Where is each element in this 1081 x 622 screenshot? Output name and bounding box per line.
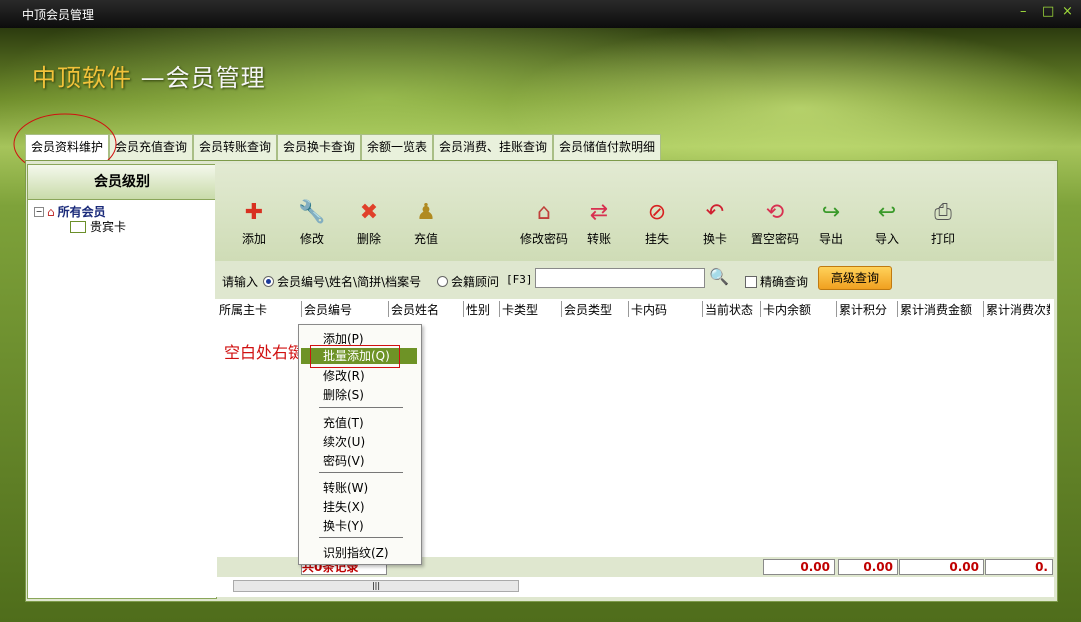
swap-card-button[interactable]: ↶ 换卡: [685, 200, 745, 247]
menu-item-renew[interactable]: 续次(U): [323, 433, 365, 450]
exact-search-checkbox[interactable]: 精确查询: [745, 273, 808, 290]
no-entry-icon: ⊘: [647, 200, 667, 225]
recharge-button[interactable]: ♟ 充值: [396, 200, 456, 247]
menu-item-delete[interactable]: 删除(S): [323, 386, 364, 403]
col-card-type[interactable]: 卡类型: [499, 301, 538, 318]
col-main-card[interactable]: 所属主卡: [217, 301, 267, 318]
delete-x-icon: ✖: [359, 200, 379, 225]
radio-checked-icon: [263, 276, 274, 287]
export-icon: ↪: [821, 200, 841, 225]
annotation-label: 空白处右键: [224, 343, 305, 362]
col-card-code[interactable]: 卡内码: [628, 301, 667, 318]
col-member-name[interactable]: 会员姓名: [388, 301, 439, 318]
import-button[interactable]: ↩ 导入: [857, 200, 917, 247]
menu-separator: [319, 537, 403, 538]
sum-points: 0.00: [838, 559, 898, 575]
printer-icon: ⎙: [934, 200, 952, 225]
collapse-icon[interactable]: −: [34, 206, 44, 217]
transfer-icon: ⇄: [589, 200, 609, 225]
edit-button[interactable]: 🔧 修改: [282, 200, 342, 247]
wrench-icon: 🔧: [298, 200, 326, 225]
menu-separator: [319, 472, 403, 473]
member-level-title: 会员级别: [28, 165, 216, 200]
add-button[interactable]: ✚ 添加: [224, 200, 284, 247]
col-member-type[interactable]: 会员类型: [561, 301, 612, 318]
menu-item-recharge[interactable]: 充值(T): [323, 414, 364, 431]
plus-icon: ✚: [244, 200, 264, 225]
delete-button[interactable]: ✖ 删除: [339, 200, 399, 247]
grid-header: 所属主卡 会员编号 会员姓名 性别 卡类型 会员类型 卡内码 当前状态 卡内余额…: [217, 299, 1054, 318]
search-bar: 请输入 会员编号\姓名\简拼\档案号 会籍顾问 [F3] 🔍 精确查询 高级查询: [215, 261, 1054, 299]
sum-total-spent: 0.00: [899, 559, 984, 575]
col-member-number[interactable]: 会员编号: [301, 301, 352, 318]
member-level-panel: 会员级别 − ⌂ 所有会员 贵宾卡: [27, 164, 217, 599]
report-loss-button[interactable]: ⊘ 挂失: [627, 200, 687, 247]
clear-password-button[interactable]: ⟲ 置空密码: [744, 200, 806, 247]
col-total-spent[interactable]: 累计消费金额: [897, 301, 972, 318]
search-prompt: 请输入: [222, 275, 259, 289]
menu-highlight-box: [310, 345, 400, 368]
radio-consultant[interactable]: 会籍顾问: [437, 273, 499, 290]
radio-unchecked-icon: [437, 276, 448, 287]
menu-item-swap-card[interactable]: 换卡(Y): [323, 517, 364, 534]
tree-item-label: 贵宾卡: [90, 220, 127, 234]
checkbox-icon: [745, 275, 757, 288]
menu-item-fingerprint[interactable]: 识别指纹(Z): [323, 544, 389, 561]
folder-icon: [70, 220, 86, 233]
col-points[interactable]: 累计积分: [836, 301, 887, 318]
home-icon: ⌂: [47, 204, 55, 219]
col-visit-count[interactable]: 累计消费次数: [983, 301, 1050, 318]
swap-arrow-icon: ↶: [705, 200, 725, 225]
menu-item-password[interactable]: 密码(V): [323, 452, 365, 469]
tree-item-vip-card[interactable]: 贵宾卡: [70, 218, 126, 235]
hotkey-hint: [F3]: [506, 273, 533, 286]
menu-item-report-loss[interactable]: 挂失(X): [323, 498, 365, 515]
search-input[interactable]: [535, 268, 705, 288]
reset-icon: ⟲: [765, 200, 785, 225]
transfer-button[interactable]: ⇄ 转账: [569, 200, 629, 247]
col-status[interactable]: 当前状态: [702, 301, 753, 318]
house-key-icon: ⌂: [537, 200, 551, 225]
magnifier-icon[interactable]: 🔍: [709, 267, 729, 286]
import-icon: ↩: [877, 200, 897, 225]
col-gender[interactable]: 性别: [463, 301, 490, 318]
export-button[interactable]: ↪ 导出: [801, 200, 861, 247]
menu-separator: [319, 407, 403, 408]
print-button[interactable]: ⎙ 打印: [913, 200, 973, 247]
sum-balance: 0.00: [763, 559, 835, 575]
menu-item-edit[interactable]: 修改(R): [323, 367, 365, 384]
toolbar: ✚ 添加 🔧 修改 ✖ 删除 ♟ 充值 ⌂ 修改密码 ⇄ 转账 ⊘ 挂失 ↶ 换卡 ⟲ 置空密码 …: [215, 164, 1054, 262]
menu-item-transfer[interactable]: 转账(W): [323, 479, 368, 496]
radio-member-number[interactable]: 会员编号\姓名\简拼\档案号: [263, 273, 421, 290]
horizontal-scrollbar[interactable]: |||: [233, 580, 519, 592]
advanced-search-button[interactable]: 高级查询: [818, 266, 892, 290]
sum-visit-count: 0.: [985, 559, 1053, 575]
pawn-icon: ♟: [416, 200, 436, 225]
change-password-button[interactable]: ⌂ 修改密码: [512, 200, 576, 247]
col-balance[interactable]: 卡内余额: [760, 301, 811, 318]
